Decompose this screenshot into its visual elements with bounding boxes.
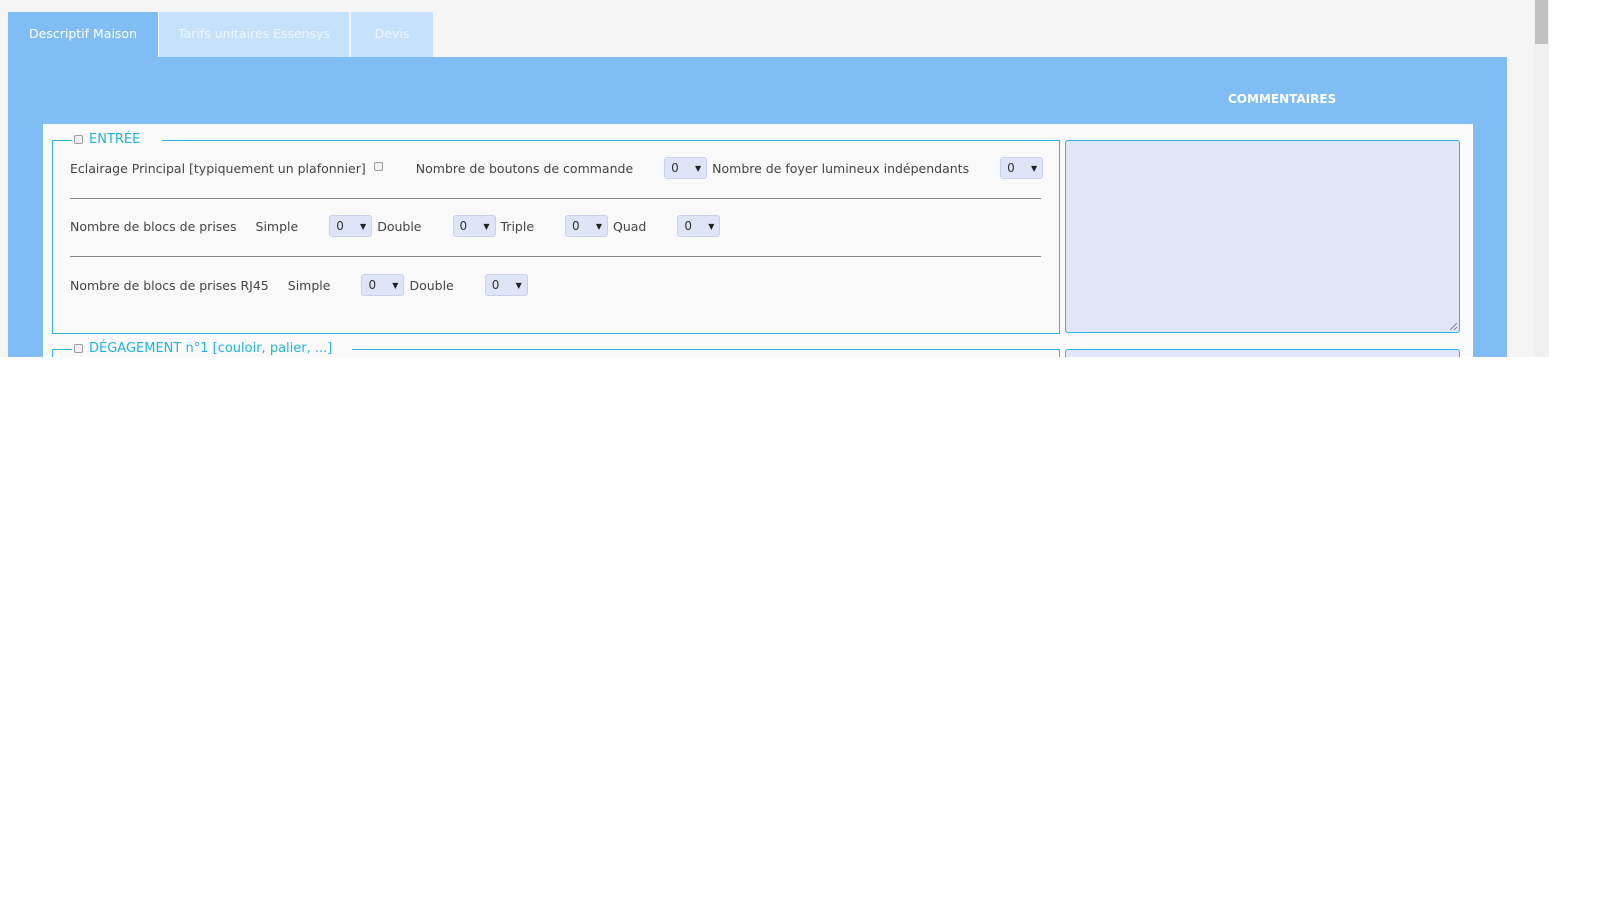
section-degagement-title: DÉGAGEMENT n°1 [couloir, palier, ...] (89, 341, 333, 356)
app-viewport: Descriptif Maison Tarifs unitaires Essen… (0, 0, 1549, 357)
dropdown-arrow-icon: ▼ (392, 280, 399, 290)
section-entree-legend: ENTRÉE (72, 132, 162, 147)
outlets-simple-value: 0 (336, 219, 344, 233)
dropdown-arrow-icon: ▼ (595, 221, 603, 231)
outlets-quad-label: Quad (613, 218, 647, 234)
scrollbar-thumb[interactable] (1535, 0, 1548, 44)
outlets-double-value: 0 (459, 219, 468, 233)
divider (70, 256, 1041, 257)
buttons-count-value: 0 (671, 161, 679, 175)
rj45-simple-select[interactable]: 0 ▼ (361, 274, 405, 296)
buttons-count-label: Nombre de boutons de commande (415, 160, 634, 176)
resize-handle-icon[interactable] (1450, 323, 1457, 330)
rj45-double-select[interactable]: 0 ▼ (484, 274, 528, 296)
section-entree: ENTRÉE Eclairage Principal [typiquement … (52, 132, 1060, 334)
section-entree-title: ENTRÉE (89, 132, 141, 147)
dropdown-arrow-icon: ▼ (1030, 163, 1038, 173)
dropdown-arrow-icon: ▼ (483, 221, 490, 231)
outlets-double-select[interactable]: 0 ▼ (452, 215, 496, 237)
divider (70, 198, 1041, 199)
lighting-checkbox[interactable] (373, 161, 383, 171)
section-degagement-checkbox[interactable] (74, 344, 83, 353)
rj45-row: Nombre de blocs de prises RJ45 Simple 0 ▼… (70, 274, 528, 296)
dropdown-arrow-icon: ▼ (708, 221, 715, 231)
section-degagement-legend: DÉGAGEMENT n°1 [couloir, palier, ...] (72, 341, 352, 356)
rj45-simple-value: 0 (368, 278, 377, 292)
foyers-count-label: Nombre de foyer lumineux indépendants (712, 160, 970, 176)
outlets-quad-select[interactable]: 0 ▼ (677, 215, 721, 237)
outlets-simple-select[interactable]: 0 ▼ (329, 215, 373, 237)
tab-devis[interactable]: Devis (351, 12, 433, 57)
dropdown-arrow-icon: ▼ (515, 280, 522, 290)
outlets-label: Nombre de blocs de prises (70, 218, 237, 234)
lighting-label: Eclairage Principal [typiquement un plaf… (70, 160, 366, 176)
rj45-label: Nombre de blocs de prises RJ45 (70, 277, 269, 293)
lighting-row: Eclairage Principal [typiquement un plaf… (70, 157, 1044, 179)
tab-tarifs-unitaires[interactable]: Tarifs unitaires Essensys (159, 12, 349, 57)
dropdown-arrow-icon: ▼ (695, 163, 702, 173)
degagement-comment-textarea[interactable] (1065, 349, 1460, 357)
section-degagement-1: DÉGAGEMENT n°1 [couloir, palier, ...] (52, 341, 1060, 357)
outlets-triple-select[interactable]: 0 ▼ (565, 215, 609, 237)
vertical-scrollbar[interactable] (1534, 0, 1549, 357)
dropdown-arrow-icon: ▼ (360, 221, 367, 231)
buttons-count-select[interactable]: 0 ▼ (664, 157, 708, 179)
outlets-double-label: Double (377, 218, 422, 234)
section-entree-checkbox[interactable] (74, 135, 83, 144)
outlets-quad-value: 0 (684, 219, 693, 233)
outlets-simple-label: Simple (255, 218, 299, 234)
rj45-simple-label: Simple (287, 277, 331, 293)
foyers-count-value: 0 (1007, 161, 1015, 175)
outlets-row: Nombre de blocs de prises Simple 0 ▼ Doub… (70, 215, 721, 237)
tab-panel: COMMENTAIRES ENTRÉE Eclairage Principal … (8, 57, 1507, 357)
rj45-double-label: Double (409, 277, 454, 293)
rj45-double-value: 0 (491, 278, 500, 292)
entree-comment-textarea[interactable] (1065, 140, 1460, 333)
form-content: ENTRÉE Eclairage Principal [typiquement … (43, 124, 1473, 357)
foyers-count-select[interactable]: 0 ▼ (1000, 157, 1044, 179)
outlets-triple-label: Triple (500, 218, 535, 234)
comments-column-header: COMMENTAIRES (1228, 92, 1337, 106)
tab-descriptif-maison[interactable]: Descriptif Maison (8, 12, 158, 57)
outlets-triple-value: 0 (572, 219, 580, 233)
